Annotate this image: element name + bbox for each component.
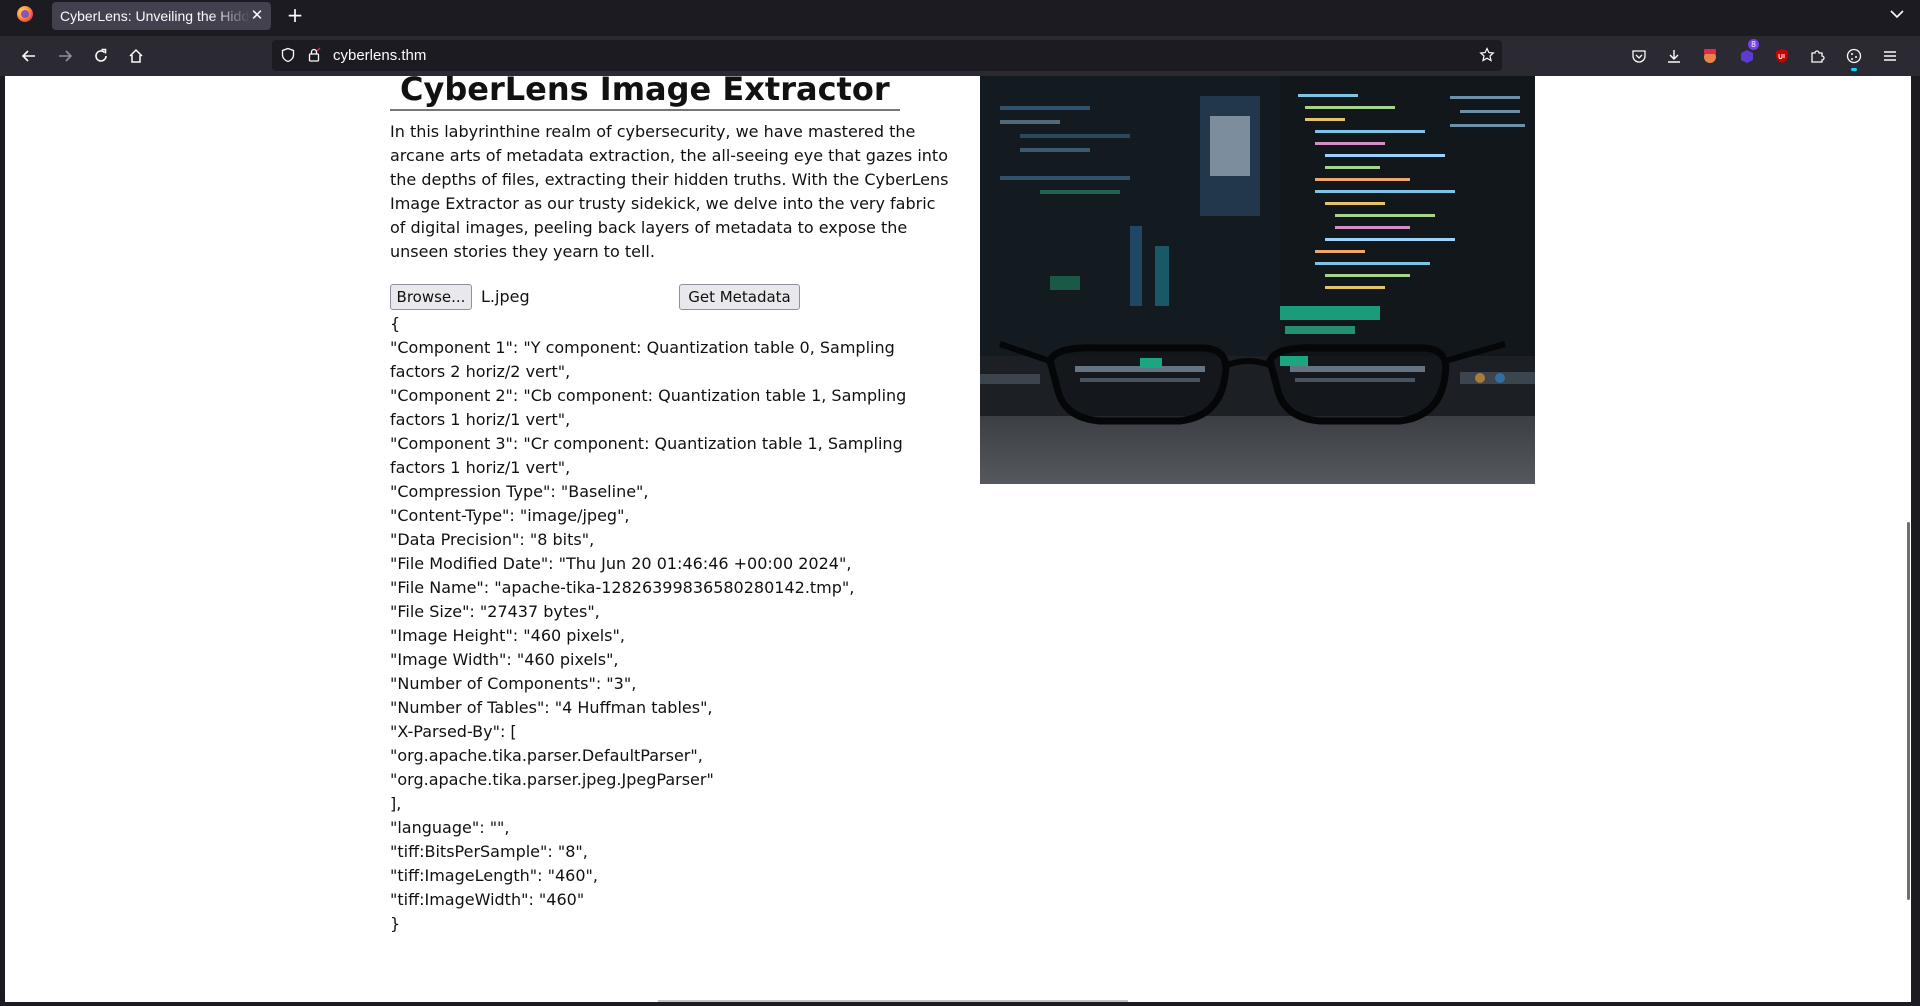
metadata-line: "Compression Type": "Baseline",	[390, 482, 649, 501]
forward-button[interactable]	[53, 44, 77, 68]
downloads-button[interactable]	[1664, 46, 1684, 66]
hero-image	[980, 76, 1535, 484]
home-button[interactable]	[124, 44, 148, 68]
metadata-line: "File Size": "27437 bytes",	[390, 602, 600, 621]
firefox-logo-icon	[17, 6, 33, 22]
fox-extension-icon	[1704, 49, 1716, 63]
extension-foxyproxy-button[interactable]	[1700, 46, 1720, 66]
page-title: CyberLens Image Extractor	[390, 76, 900, 111]
metadata-line: "Data Precision": "8 bits",	[390, 530, 595, 549]
page-content: CyberLens Image Extractor In this labyri…	[390, 76, 1540, 1002]
forward-arrow-icon	[59, 50, 73, 62]
glasses-code-screen-image	[980, 76, 1535, 484]
browser-tab-active[interactable]: CyberLens: Unveiling the Hidden Matrix ✕	[52, 2, 271, 30]
metadata-line: "Component 3": "Cr component: Quantizati…	[390, 434, 903, 477]
page-viewport[interactable]: CyberLens Image Extractor In this labyri…	[5, 76, 1911, 1002]
metadata-line: {	[390, 314, 401, 333]
metadata-line: "Component 1": "Y component: Quantizatio…	[390, 338, 895, 381]
reload-button[interactable]	[89, 44, 113, 68]
pocket-icon	[1632, 50, 1646, 63]
metadata-line: "tiff:ImageLength": "460",	[390, 866, 598, 885]
vertical-scrollbar[interactable]	[1905, 76, 1911, 1002]
home-icon	[129, 48, 143, 63]
download-icon	[1668, 50, 1680, 63]
back-button[interactable]	[17, 44, 41, 68]
metadata-line: "File Modified Date": "Thu Jun 20 01:46:…	[390, 554, 852, 573]
get-metadata-button[interactable]: Get Metadata	[679, 284, 800, 310]
tab-strip: CyberLens: Unveiling the Hidden Matrix ✕…	[0, 0, 1920, 35]
tab-title: CyberLens: Unveiling the Hidden Matrix	[60, 8, 250, 24]
back-arrow-icon	[21, 50, 35, 62]
list-all-tabs-button[interactable]	[1888, 5, 1906, 23]
extension-badge-button[interactable]: 8	[1737, 39, 1760, 66]
metadata-line: "Component 2": "Cb component: Quantizati…	[390, 386, 907, 429]
scrollbar-thumb[interactable]	[1907, 522, 1910, 900]
metadata-line: "Number of Tables": "4 Huffman tables",	[390, 698, 713, 717]
metadata-line: "Image Width": "460 pixels",	[390, 650, 619, 669]
metadata-line: "org.apache.tika.parser.jpeg.JpegParser"	[390, 770, 714, 789]
metadata-line: ],	[390, 794, 402, 813]
cookie-icon	[1846, 48, 1862, 64]
horizontal-scroll-indicator[interactable]	[658, 1000, 1128, 1002]
metadata-line: "org.apache.tika.parser.DefaultParser",	[390, 746, 703, 765]
metadata-output: { "Component 1": "Y component: Quantizati…	[390, 312, 930, 936]
tab-close-icon[interactable]: ✕	[249, 6, 265, 24]
ublock-icon	[1776, 49, 1788, 63]
bookmark-star-icon[interactable]	[1479, 47, 1495, 63]
extension-ublock-button[interactable]	[1772, 46, 1792, 66]
new-tab-button[interactable]: +	[284, 4, 306, 26]
app-menu-button[interactable]	[1880, 46, 1900, 66]
extension-badge-count: 8	[1748, 39, 1760, 50]
puzzle-piece-icon	[1811, 50, 1825, 63]
metadata-line: "Image Height": "460 pixels",	[390, 626, 625, 645]
browse-button[interactable]: Browse...	[390, 284, 472, 310]
metadata-line: "tiff:BitsPerSample": "8",	[390, 842, 588, 861]
hamburger-menu-icon	[1884, 51, 1896, 61]
extensions-button[interactable]	[1808, 46, 1828, 66]
reload-icon	[95, 48, 107, 62]
pocket-button[interactable]	[1629, 46, 1649, 66]
upload-form: Browse... L.jpeg Get Metadata	[390, 283, 950, 311]
account-indicator-icon	[1851, 68, 1857, 71]
navigation-toolbar: cyberlens.thm 8	[0, 36, 1920, 76]
intro-paragraph: In this labyrinthine realm of cybersecur…	[390, 122, 949, 261]
url-text[interactable]: cyberlens.thm	[333, 47, 426, 64]
metadata-line: "language": "",	[390, 818, 510, 837]
metadata-line: "tiff:ImageWidth": "460"	[390, 890, 585, 909]
chevron-down-icon	[1890, 10, 1904, 19]
lock-icon[interactable]	[306, 47, 322, 63]
selected-file-name: L.jpeg	[481, 287, 530, 306]
address-bar[interactable]: cyberlens.thm	[272, 40, 1502, 71]
shield-icon[interactable]	[280, 47, 296, 63]
metadata-line: "Number of Components": "3",	[390, 674, 637, 693]
account-button[interactable]	[1844, 46, 1864, 71]
metadata-line: "Content-Type": "image/jpeg",	[390, 506, 630, 525]
metadata-line: }	[390, 914, 401, 933]
metadata-line: "File Name": "apache-tika-12826399836580…	[390, 578, 855, 597]
metadata-line: "X-Parsed-By": [	[390, 722, 517, 741]
